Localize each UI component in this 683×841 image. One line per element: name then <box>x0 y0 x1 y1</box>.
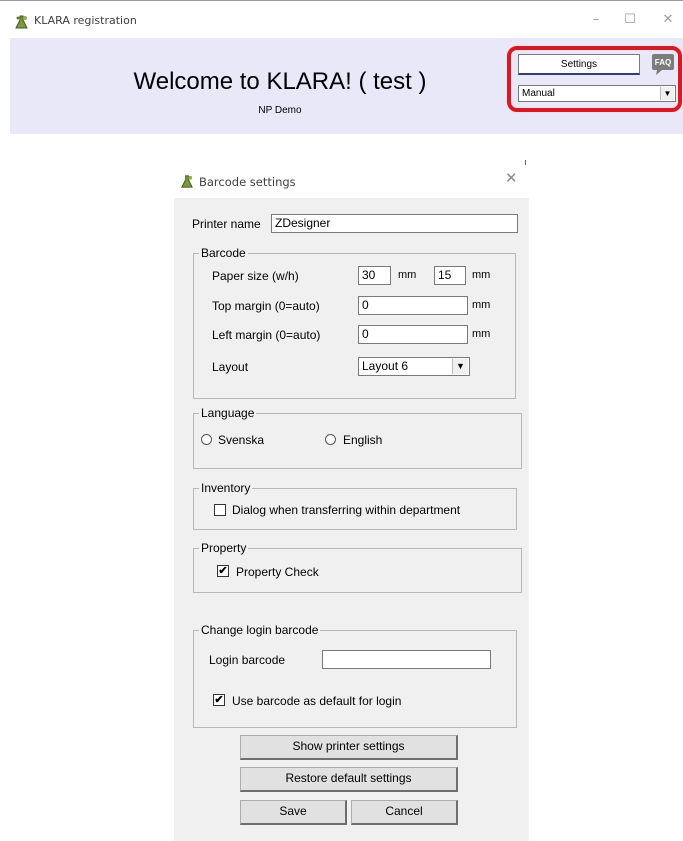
language-group-legend: Language <box>199 406 257 420</box>
property-check-checkbox[interactable]: ✔ <box>217 565 229 577</box>
minimize-button[interactable]: – <box>586 10 606 30</box>
window-title: KLARA registration <box>34 14 137 27</box>
printer-name-input[interactable]: ZDesigner <box>271 214 518 233</box>
flask-app-icon <box>15 15 28 29</box>
barcode-group-legend: Barcode <box>199 246 248 260</box>
red-highlight-frame <box>507 46 682 112</box>
transfer-dialog-label: Dialog when transferring within departme… <box>232 503 461 517</box>
top-margin-unit: mm <box>472 299 491 311</box>
login-barcode-group <box>193 630 517 728</box>
printer-name-label: Printer name <box>192 217 261 231</box>
paper-width-input[interactable]: 30 <box>358 266 391 285</box>
svenska-radio[interactable] <box>201 434 212 445</box>
login-barcode-group-legend: Change login barcode <box>199 623 321 637</box>
maximize-button[interactable]: ☐ <box>620 10 640 30</box>
property-check-label: Property Check <box>236 565 319 579</box>
chevron-down-icon[interactable]: ▼ <box>452 359 468 374</box>
layout-label: Layout <box>212 360 249 374</box>
organization-subtitle: NP Demo <box>258 105 302 116</box>
restore-default-settings-button[interactable]: Restore default settings <box>240 767 458 792</box>
save-button[interactable]: Save <box>240 800 347 825</box>
login-barcode-input[interactable] <box>322 650 491 669</box>
layout-select[interactable]: Layout 6 ▼ <box>358 357 470 376</box>
english-radio-label: English <box>343 433 383 447</box>
close-window-button[interactable]: ✕ <box>658 10 678 30</box>
left-margin-input[interactable]: 0 <box>358 325 468 344</box>
left-margin-label: Left margin (0=auto) <box>212 328 321 342</box>
welcome-title: Welcome to KLARA! ( test ) <box>133 68 427 95</box>
cursor-mark <box>525 160 526 165</box>
use-default-login-checkbox[interactable]: ✔ <box>213 694 225 706</box>
inventory-group-legend: Inventory <box>199 481 253 495</box>
layout-select-value: Layout 6 <box>362 359 409 373</box>
flask-dialog-icon <box>181 175 193 188</box>
dialog-title: Barcode settings <box>199 175 296 189</box>
dialog-close-button[interactable]: ✕ <box>505 169 518 187</box>
cancel-button[interactable]: Cancel <box>351 800 458 825</box>
paper-size-label: Paper size (w/h) <box>212 269 299 283</box>
top-margin-input[interactable]: 0 <box>358 296 468 315</box>
transfer-dialog-checkbox[interactable] <box>214 504 226 516</box>
login-barcode-label: Login barcode <box>209 653 286 667</box>
svenska-radio-label: Svenska <box>218 433 265 447</box>
use-default-login-label: Use barcode as default for login <box>232 694 402 708</box>
left-margin-unit: mm <box>472 328 491 340</box>
property-group-legend: Property <box>199 541 249 555</box>
paper-width-unit: mm <box>398 269 417 281</box>
top-margin-label: Top margin (0=auto) <box>212 299 320 313</box>
paper-height-input[interactable]: 15 <box>434 266 466 285</box>
english-radio[interactable] <box>325 434 336 445</box>
show-printer-settings-button[interactable]: Show printer settings <box>240 735 458 760</box>
paper-height-unit: mm <box>472 269 491 281</box>
